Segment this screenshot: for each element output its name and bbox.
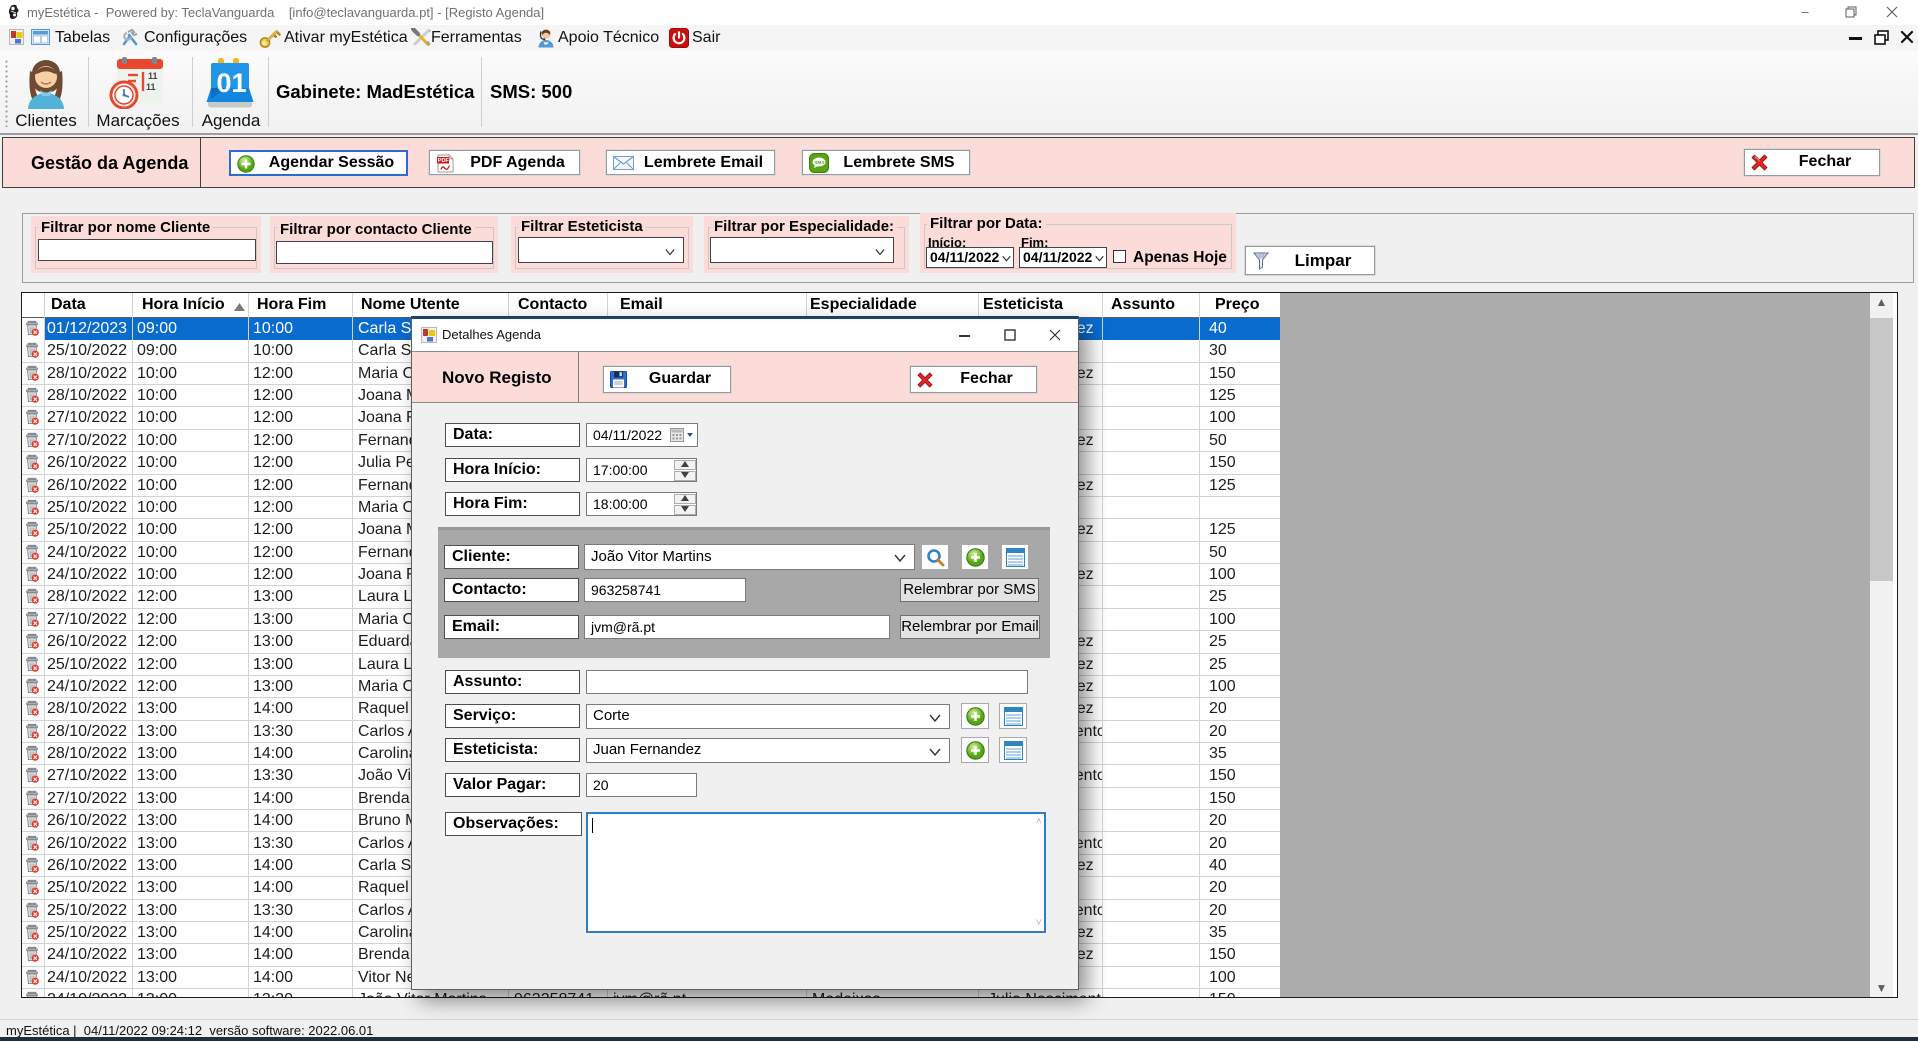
svg-text:11: 11 — [146, 82, 156, 92]
svg-text:PDF: PDF — [438, 158, 450, 164]
svg-text:SMS: SMS — [815, 160, 825, 165]
svg-text:11: 11 — [148, 71, 158, 81]
svg-text:01: 01 — [217, 68, 247, 98]
